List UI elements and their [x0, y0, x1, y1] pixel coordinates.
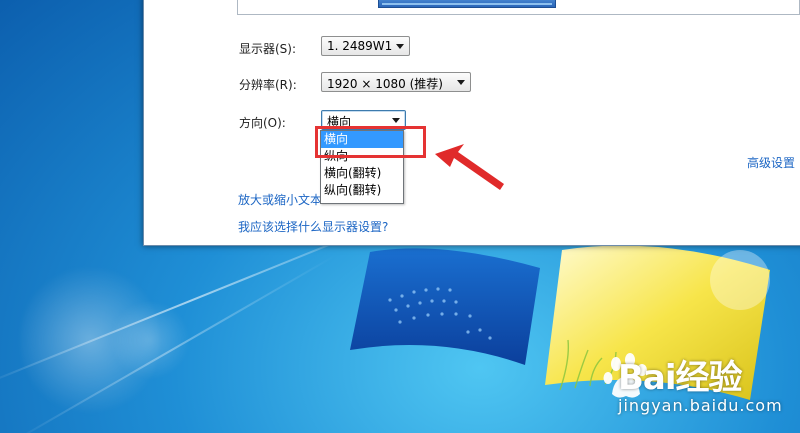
- orientation-label: 方向(O):: [239, 116, 286, 130]
- red-highlight-box: [315, 126, 426, 158]
- watermark-url: jingyan.baidu.com: [618, 396, 783, 415]
- display-preview-area[interactable]: [237, 0, 800, 15]
- text-size-link[interactable]: 放大或缩小文本: [238, 191, 322, 208]
- monitor-icon[interactable]: [378, 0, 556, 8]
- monitor-select[interactable]: 1. 2489W1: [321, 36, 410, 56]
- chevron-down-icon: [396, 44, 404, 49]
- monitor-select-value: 1. 2489W1: [327, 39, 393, 53]
- chevron-down-icon: [457, 80, 465, 85]
- advanced-settings-link[interactable]: 高级设置: [747, 154, 795, 171]
- watermark-brand: Bai经验: [618, 358, 743, 398]
- resolution-select-value: 1920 × 1080 (推荐): [327, 77, 443, 91]
- baidu-jingyan-watermark: Bai经验 jingyan.baidu.com: [603, 350, 795, 428]
- monitor-label: 显示器(S):: [239, 42, 297, 56]
- display-help-link[interactable]: 我应该选择什么显示器设置?: [238, 218, 388, 235]
- light-flare: [110, 300, 190, 380]
- orientation-option-landscape-flipped[interactable]: 横向(翻转): [321, 165, 403, 182]
- chevron-down-icon: [392, 118, 400, 123]
- resolution-label: 分辨率(R):: [239, 78, 297, 92]
- red-pointer-arrow-icon: [435, 144, 504, 190]
- screen-resolution-window: 显示器(S): 1. 2489W1 分辨率(R): 1920 × 1080 (推…: [143, 0, 800, 246]
- resolution-select[interactable]: 1920 × 1080 (推荐): [321, 72, 471, 92]
- orientation-option-portrait-flipped[interactable]: 纵向(翻转): [321, 182, 403, 199]
